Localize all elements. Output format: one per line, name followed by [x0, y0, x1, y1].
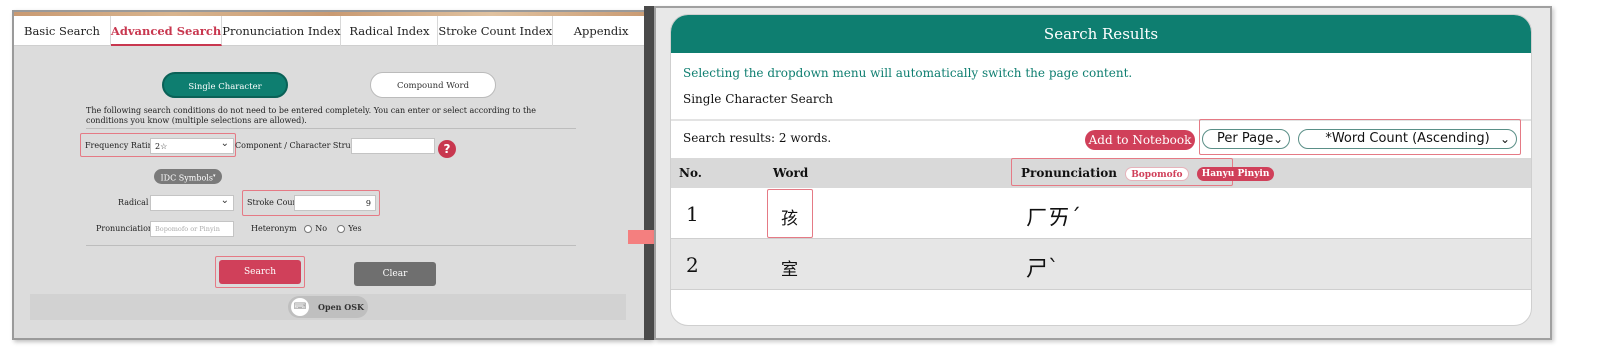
compound-word-toggle[interactable]: Compound Word [370, 72, 496, 98]
tab-pronunciation-index[interactable]: Pronunciation Index [222, 16, 342, 46]
search-instructions: The following search conditions do not n… [86, 106, 537, 125]
radical-select[interactable] [150, 193, 234, 211]
keyboard-icon: ⌨ [291, 298, 309, 316]
per-page-label: Per Page [1217, 131, 1274, 146]
row-word[interactable]: 室 [781, 255, 798, 280]
col-no: No. [679, 166, 702, 180]
advanced-search-panel: Basic Search Advanced Search Pronunciati… [12, 10, 652, 340]
chevron-down-icon: ⌄ [1272, 132, 1283, 146]
row-number: 1 [686, 202, 699, 226]
pronunciation-label: Pronunciation [96, 224, 154, 233]
single-character-toggle[interactable]: Single Character [162, 72, 288, 98]
heteronym-label: Heteronym [251, 224, 297, 233]
search-button[interactable]: Search [219, 260, 301, 284]
col-word: Word [773, 166, 809, 180]
heteronym-no-label: No [315, 224, 328, 233]
per-page-select[interactable]: Per Page ⌄ [1202, 129, 1290, 149]
stroke-count-input[interactable]: 9 [294, 195, 376, 211]
heteronym-group: Heteronym No Yes [251, 224, 362, 233]
pronunciation-input[interactable]: Bopomofo or Pinyin [150, 221, 234, 237]
search-mode-label: Single Character Search [683, 92, 834, 106]
radical-label: Radical [118, 198, 149, 207]
search-results-window: Search Results Selecting the dropdown me… [654, 6, 1552, 340]
chevron-down-icon: ⌄ [1499, 132, 1510, 146]
clear-button[interactable]: Clear [354, 262, 436, 286]
help-icon[interactable]: ? [438, 140, 456, 158]
component-input[interactable] [351, 138, 435, 154]
row-pronunciation: ㄏㄞˊ [1026, 206, 1082, 231]
stroke-count-label: Stroke Count [247, 198, 301, 207]
open-osk-label: Open OSK [318, 302, 364, 312]
heteronym-no-radio[interactable] [304, 225, 313, 233]
dropdown-hint: Selecting the dropdown menu will automat… [683, 66, 1133, 80]
col-pronunciation-label: Pronunciation [1021, 166, 1117, 180]
divider [86, 245, 576, 246]
table-row[interactable]: 2 室 ㄕˋ [671, 239, 1531, 290]
hanyu-pinyin-toggle[interactable]: Hanyu Pinyin [1196, 166, 1275, 181]
tab-advanced-search[interactable]: Advanced Search [110, 16, 223, 46]
heteronym-yes-label: Yes [348, 224, 362, 233]
panel-divider [644, 6, 654, 340]
table-row[interactable]: 1 孩 ㄏㄞˊ [671, 188, 1531, 239]
row-word[interactable]: 孩 [781, 204, 798, 229]
osk-bar: ⌨ Open OSK [30, 294, 626, 320]
open-osk-button[interactable]: ⌨ Open OSK [288, 296, 368, 318]
sort-label: *Word Count (Ascending) [1325, 131, 1490, 146]
tab-appendix[interactable]: Appendix [553, 16, 651, 46]
frequency-select[interactable]: 2☆ [150, 136, 234, 154]
nav-tabs: Basic Search Advanced Search Pronunciati… [14, 16, 651, 46]
search-results-card: Search Results Selecting the dropdown me… [670, 14, 1532, 326]
results-header: Search Results [671, 15, 1531, 53]
sort-select[interactable]: *Word Count (Ascending) ⌄ [1298, 129, 1517, 149]
row-pronunciation: ㄕˋ [1026, 257, 1060, 282]
idc-symbols-button[interactable]: IDC Symbols▾ [154, 169, 222, 184]
frequency-label: Frequency Rating [85, 141, 158, 150]
add-to-notebook-button[interactable]: Add to Notebook [1085, 130, 1195, 150]
divider [86, 128, 576, 129]
tab-basic-search[interactable]: Basic Search [14, 16, 111, 46]
tab-stroke-count-index[interactable]: Stroke Count Index [438, 16, 554, 46]
table-header: No. Word Pronunciation Bopomofo Hanyu Pi… [671, 158, 1531, 188]
tab-radical-index[interactable]: Radical Index [341, 16, 439, 46]
col-pronunciation: Pronunciation Bopomofo Hanyu Pinyin [1021, 166, 1275, 181]
results-count: Search results: 2 words. [683, 131, 832, 145]
bopomofo-toggle[interactable]: Bopomofo [1125, 166, 1189, 181]
row-number: 2 [686, 253, 699, 277]
heteronym-yes-radio[interactable] [337, 225, 346, 233]
